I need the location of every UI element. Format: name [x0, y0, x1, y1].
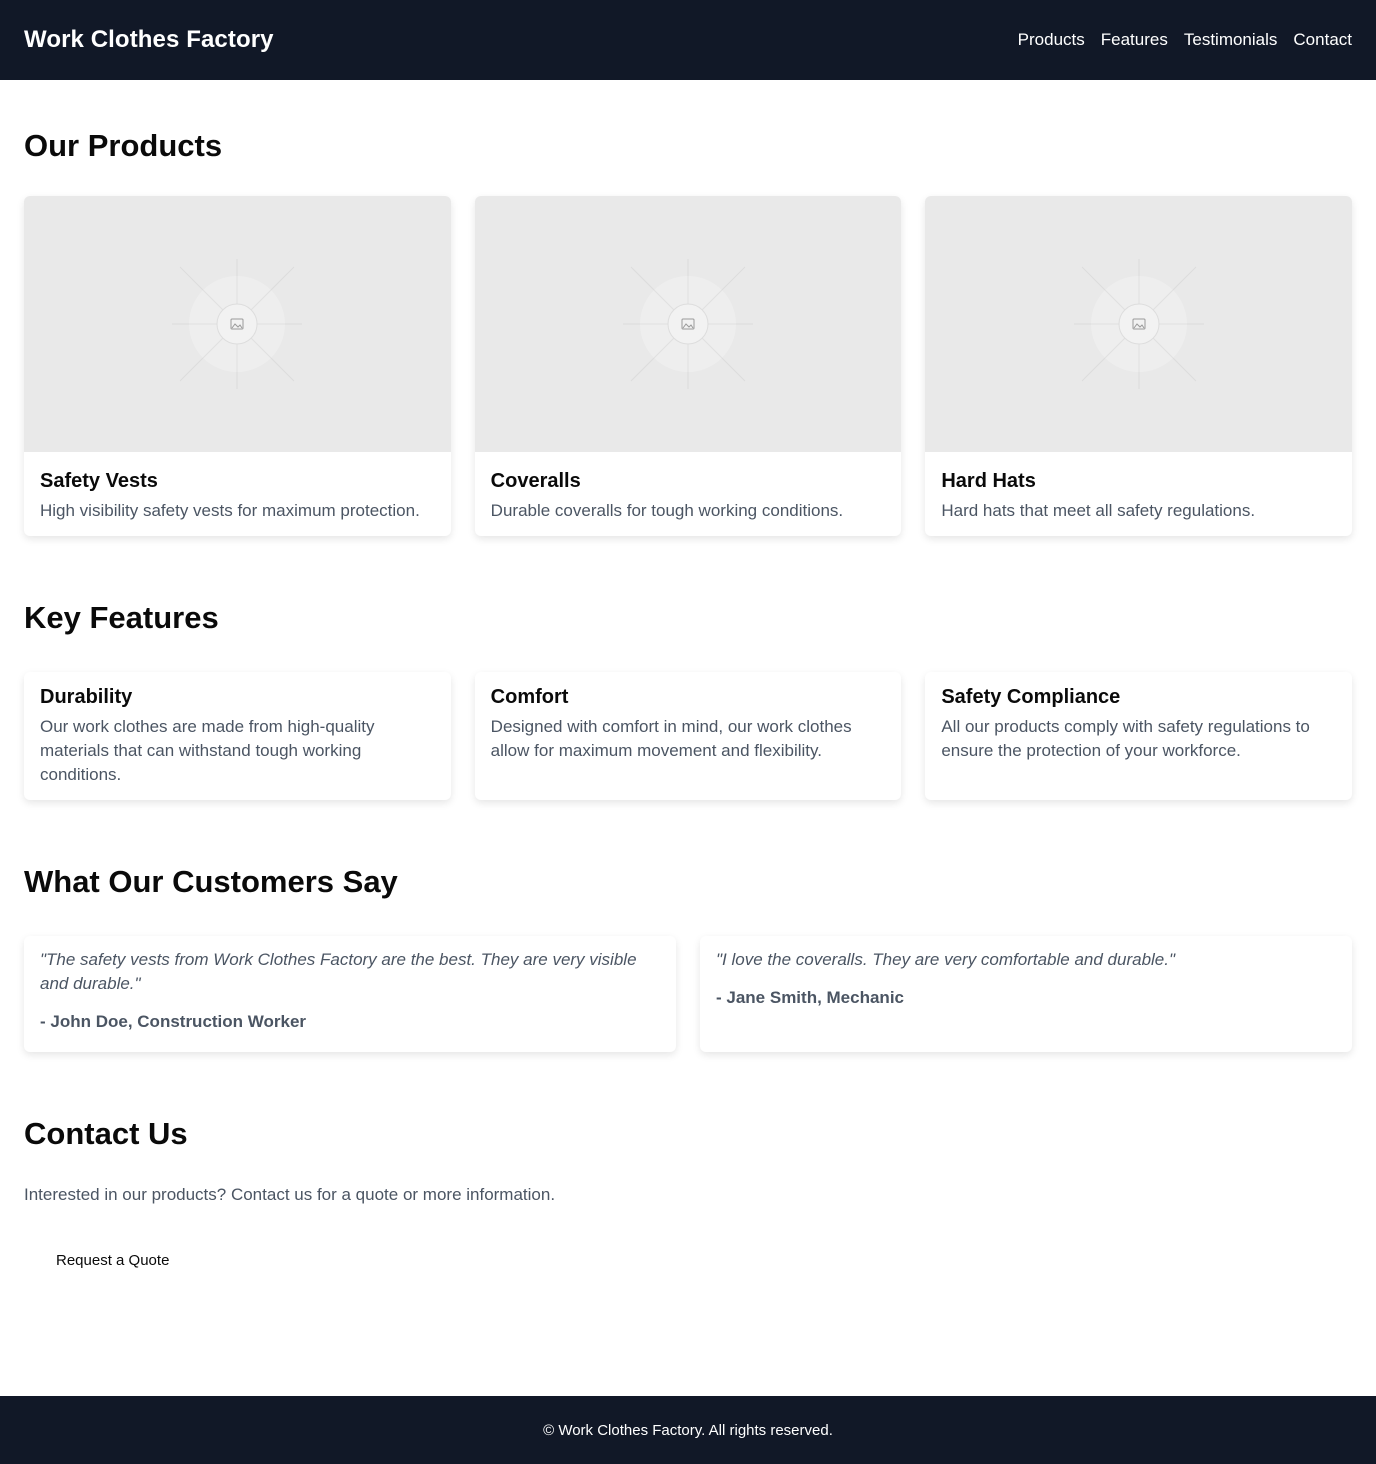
products-section-title: Our Products: [24, 128, 223, 163]
feature-card-comfort: Comfort Designed with comfort in mind, o…: [474, 672, 902, 800]
feature-name: Safety Compliance: [941, 686, 1121, 708]
product-image: [24, 196, 451, 452]
image-placeholder-icon: [172, 259, 303, 389]
site-footer: © Work Clothes Factory. All rights reser…: [0, 1396, 1376, 1464]
testimonial-quote: "The safety vests from Work Clothes Fact…: [40, 950, 637, 993]
feature-name: Comfort: [490, 686, 569, 708]
testimonial-author: - Jane Smith, Mechanic: [716, 988, 904, 1007]
product-description: High visibility safety vests for maximum…: [40, 501, 420, 520]
product-name: Hard Hats: [941, 470, 1036, 492]
product-card-safety-vests[interactable]: Safety Vests High visibility safety vest…: [24, 196, 451, 536]
nav-link-products[interactable]: Products: [1018, 30, 1085, 50]
feature-description: Designed with comfort in mind, our work …: [490, 717, 852, 760]
product-name: Coveralls: [490, 470, 581, 492]
main-nav: Products Features Testimonials Contact: [1018, 30, 1352, 50]
product-image: [474, 196, 902, 452]
image-placeholder-icon: [1073, 259, 1204, 389]
feature-card-safety-compliance: Safety Compliance All our products compl…: [925, 672, 1353, 800]
feature-name: Durability: [40, 686, 133, 708]
testimonials-grid: "The safety vests from Work Clothes Fact…: [24, 936, 1352, 1052]
product-card-coveralls[interactable]: Coveralls Durable coveralls for tough wo…: [474, 196, 902, 536]
testimonial-quote: "I love the coveralls. They are very com…: [716, 950, 1176, 969]
nav-link-contact[interactable]: Contact: [1293, 30, 1352, 50]
features-section-title: Key Features: [24, 600, 219, 635]
testimonial-author: - John Doe, Construction Worker: [40, 1012, 307, 1031]
product-card-hard-hats[interactable]: Hard Hats Hard hats that meet all safety…: [925, 196, 1353, 536]
site-header: Work Clothes Factory Products Features T…: [0, 0, 1376, 80]
feature-description: Our work clothes are made from high-qual…: [40, 717, 375, 784]
testimonial-card: "I love the coveralls. They are very com…: [700, 936, 1352, 1052]
features-grid: Durability Our work clothes are made fro…: [24, 672, 1353, 800]
contact-section-title: Contact Us: [24, 1116, 188, 1151]
testimonials-section-title: What Our Customers Say: [24, 864, 398, 899]
image-placeholder-icon: [623, 259, 753, 389]
brand-logo-text[interactable]: Work Clothes Factory: [24, 26, 274, 54]
feature-description: All our products comply with safety regu…: [941, 717, 1310, 760]
product-image: [925, 196, 1353, 452]
testimonial-card: "The safety vests from Work Clothes Fact…: [24, 936, 676, 1052]
footer-copyright: © Work Clothes Factory. All rights reser…: [543, 1421, 833, 1439]
product-description: Durable coveralls for tough working cond…: [490, 501, 844, 520]
request-quote-button[interactable]: Request a Quote: [24, 1244, 201, 1277]
contact-text: Interested in our products? Contact us f…: [24, 1185, 556, 1204]
feature-card-durability: Durability Our work clothes are made fro…: [24, 672, 451, 800]
product-description: Hard hats that meet all safety regulatio…: [941, 501, 1256, 520]
nav-link-testimonials[interactable]: Testimonials: [1184, 30, 1278, 50]
products-grid: Safety Vests High visibility safety vest…: [24, 196, 1353, 536]
nav-link-features[interactable]: Features: [1101, 30, 1168, 50]
product-name: Safety Vests: [40, 470, 158, 492]
